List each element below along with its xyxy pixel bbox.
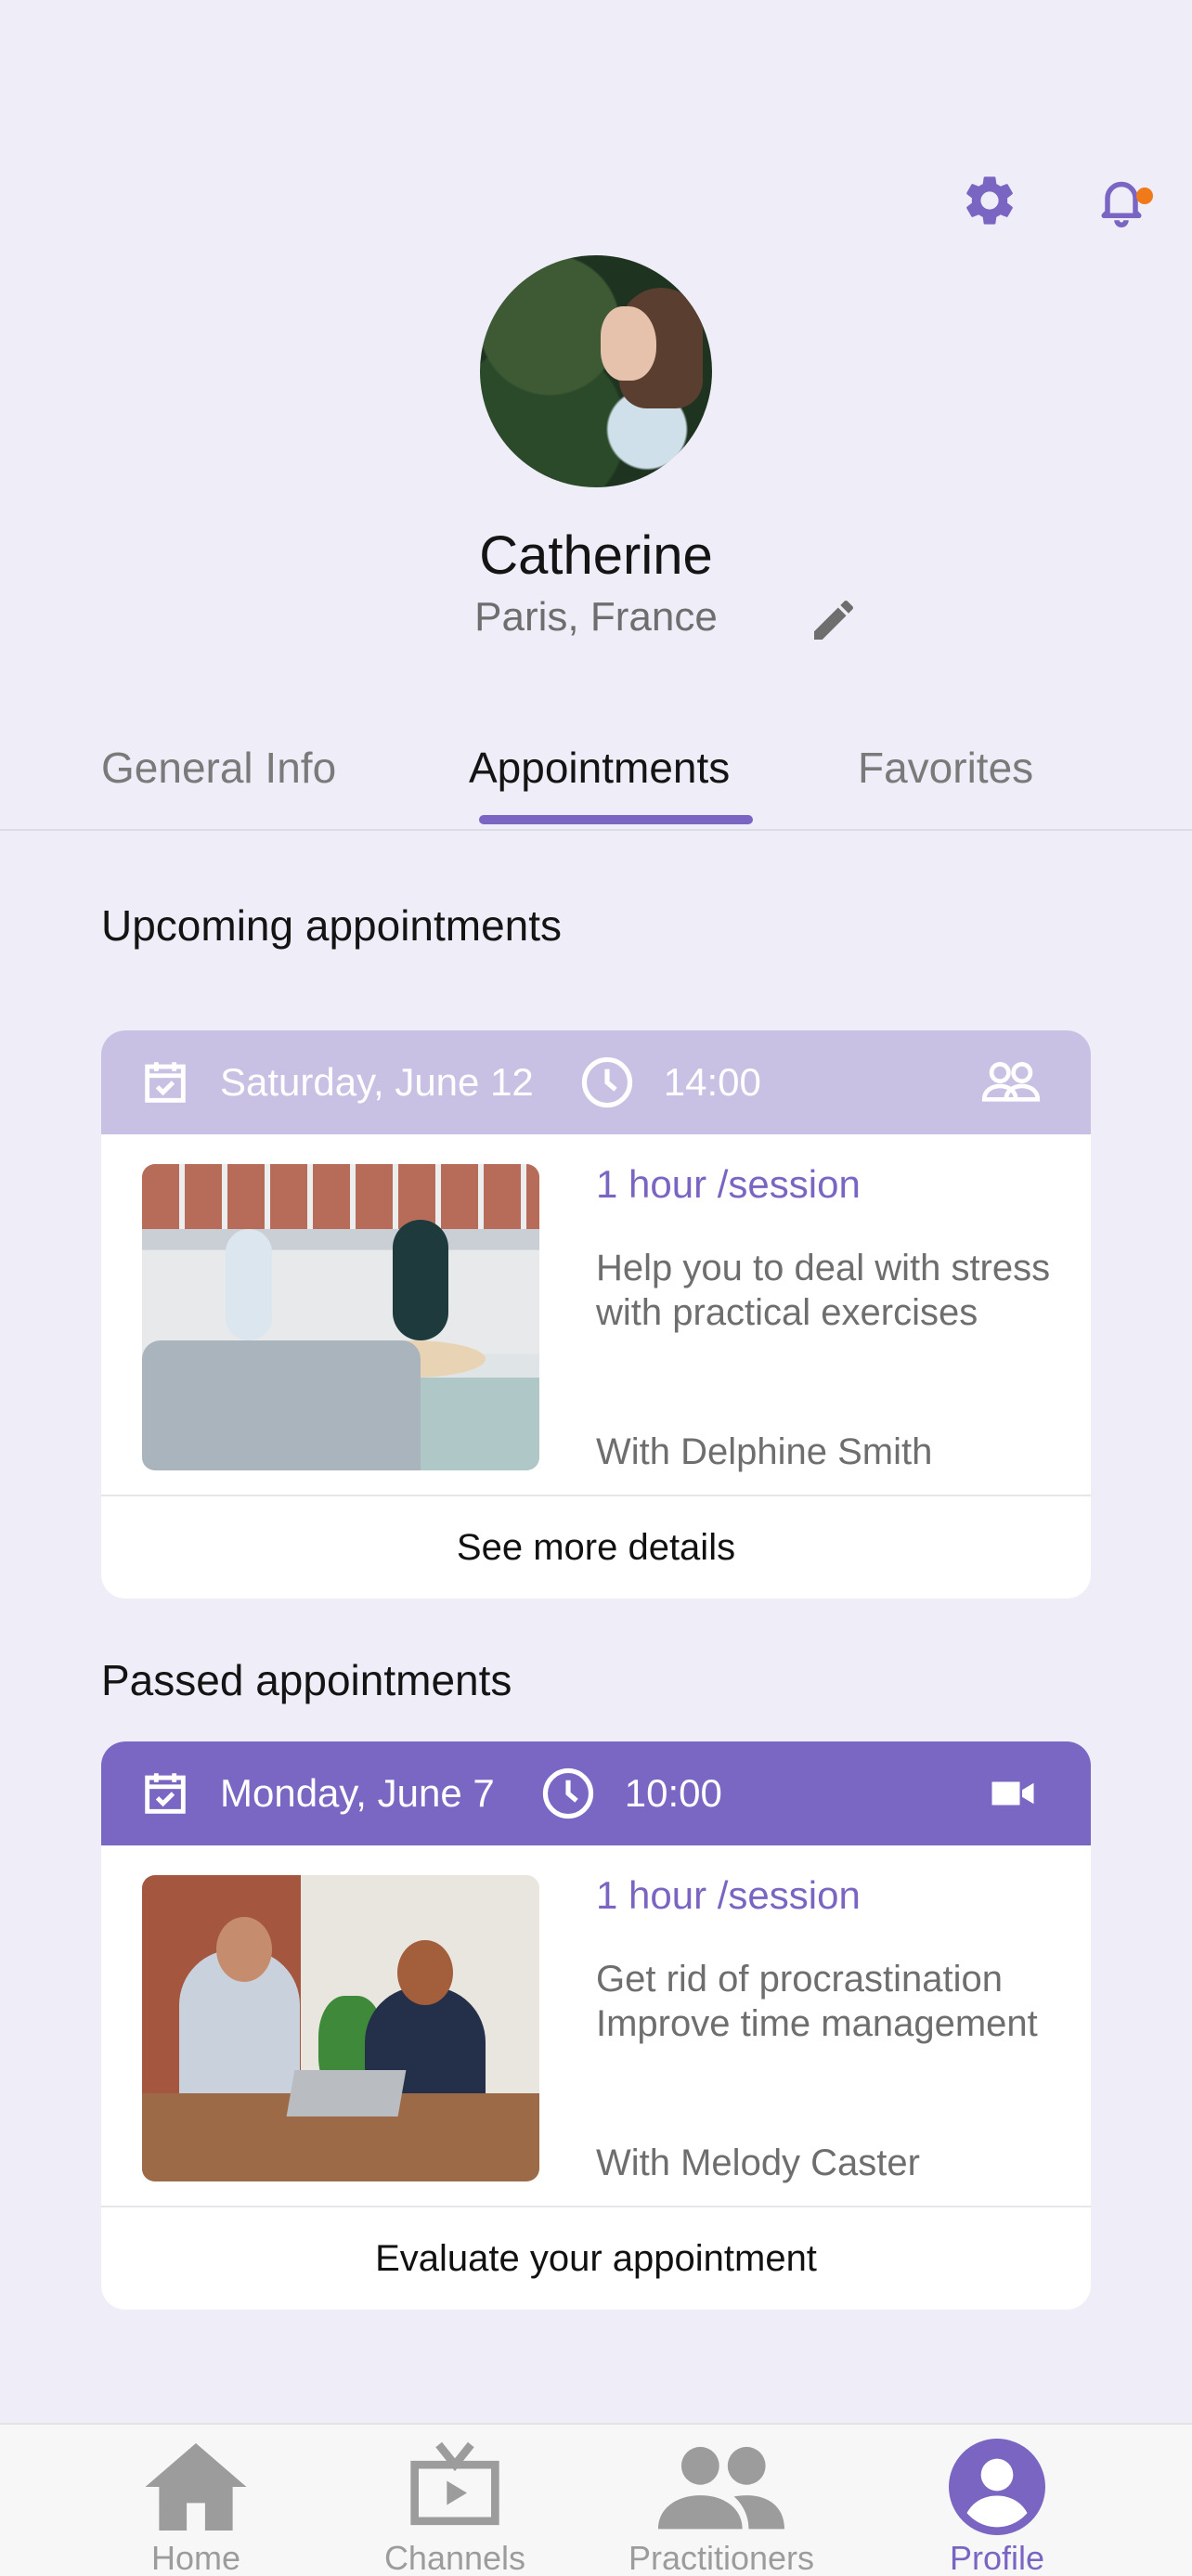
people-icon: [658, 2446, 784, 2529]
session-description: Get rid of procrastination Improve time …: [596, 1959, 1038, 2044]
nav-profile[interactable]: Profile: [876, 2425, 1118, 2576]
home-icon: [145, 2442, 247, 2531]
practitioner-name: With Melody Caster: [596, 2142, 920, 2183]
gear-icon: [966, 176, 1013, 225]
calendar-check-icon: [145, 1773, 186, 1814]
session-duration: 1 hour /session: [596, 1873, 861, 1917]
active-tab-indicator: [479, 815, 753, 824]
nav-profile-label: Profile: [949, 2539, 1045, 2576]
upcoming-title: Upcoming appointments: [101, 901, 563, 950]
passed-title: Passed appointments: [101, 1656, 512, 1704]
appointment-date: Saturday, June 12: [220, 1060, 534, 1104]
tab-appointments[interactable]: Appointments: [469, 743, 730, 793]
notifications-button[interactable]: [1088, 167, 1155, 234]
passed-appointment-card[interactable]: Monday, June 7 10:00 1 hour /session Get…: [101, 1741, 1091, 2310]
session-duration: 1 hour /session: [596, 1162, 861, 1206]
avatar[interactable]: [480, 255, 712, 487]
profile-location: Paris, France: [474, 594, 718, 640]
session-description: Help you to deal with stress with practi…: [596, 1248, 1051, 1333]
appointment-time: 14:00: [663, 1060, 761, 1104]
appointment-time: 10:00: [624, 1771, 722, 1815]
nav-channels-label: Channels: [383, 2539, 526, 2576]
video-camera-icon: [991, 1781, 1034, 1806]
calendar-check-icon: [145, 1062, 186, 1103]
tab-favorites[interactable]: Favorites: [858, 743, 1033, 793]
profile-name: Catherine: [479, 525, 713, 586]
pencil-icon[interactable]: [808, 594, 860, 646]
profile-icon: [949, 2438, 1045, 2535]
nav-home[interactable]: Home: [75, 2425, 317, 2576]
clock-icon: [542, 1767, 593, 1819]
settings-button[interactable]: [956, 167, 1023, 234]
nav-practitioners[interactable]: Practitioners: [601, 2425, 842, 2576]
session-photo: [142, 1164, 539, 1470]
clock-icon: [581, 1056, 632, 1108]
nav-home-label: Home: [150, 2539, 241, 2576]
notification-badge: [1136, 188, 1153, 204]
appointment-date: Monday, June 7: [220, 1771, 495, 1815]
see-more-details-button[interactable]: See more details: [101, 1496, 1091, 1599]
practitioner-name: With Delphine Smith: [596, 1431, 933, 1472]
appointment-body: 1 hour /session Help you to deal with st…: [101, 1134, 1091, 1496]
session-photo: [142, 1875, 539, 2181]
header-actions: [956, 167, 1155, 234]
profile-tabs: General Info Appointments Favorites: [0, 733, 1192, 831]
nav-channels[interactable]: Channels: [334, 2425, 576, 2576]
bottom-navigation: Home Channels Practitioners Profile: [0, 2423, 1192, 2576]
group-icon: [981, 1062, 1041, 1102]
tv-icon: [410, 2441, 499, 2525]
upcoming-appointment-card[interactable]: Saturday, June 12 14:00 1 hour /session …: [101, 1030, 1091, 1599]
evaluate-appointment-button[interactable]: Evaluate your appointment: [101, 2207, 1091, 2310]
appointment-header: Saturday, June 12 14:00: [101, 1030, 1091, 1134]
nav-practitioners-label: Practitioners: [628, 2539, 815, 2576]
appointment-header: Monday, June 7 10:00: [101, 1741, 1091, 1845]
tab-general-info[interactable]: General Info: [101, 743, 336, 793]
appointment-body: 1 hour /session Get rid of procrastinati…: [101, 1845, 1091, 2207]
